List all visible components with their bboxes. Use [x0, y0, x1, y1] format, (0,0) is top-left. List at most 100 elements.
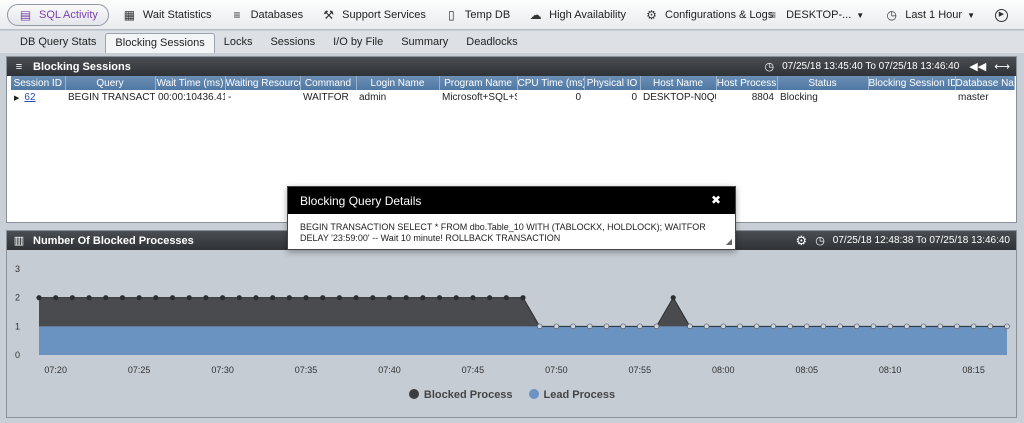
tab-deadlocks[interactable]: Deadlocks	[457, 33, 526, 53]
column-header[interactable]: Session ID	[11, 76, 66, 90]
x-tick-label: 07:45	[462, 365, 485, 375]
tab-io-by-file[interactable]: I/O by File	[324, 33, 392, 53]
point-lead	[870, 323, 877, 330]
column-header[interactable]: Physical IO	[584, 76, 641, 90]
nav-databases[interactable]: ≡ Databases	[221, 4, 313, 26]
legend-label: Blocked Process	[423, 389, 513, 401]
point-lead	[637, 323, 643, 330]
query-cell[interactable]: BEGIN TRANSACTIO	[65, 90, 155, 104]
point-blocked	[386, 295, 393, 301]
database-icon: ≡	[15, 60, 23, 73]
legend-item[interactable]: Lead Process	[528, 389, 615, 401]
column-header[interactable]: Login Name	[356, 76, 440, 90]
point-blocked	[487, 295, 493, 301]
column-header[interactable]: Command	[300, 76, 357, 90]
query-text[interactable]: BEGIN TRANSACTION SELECT * FROM dbo.Tabl…	[300, 222, 706, 243]
column-header[interactable]: CPU Time (ms)	[517, 76, 585, 90]
play-icon: ▶	[995, 8, 1008, 22]
legend-item[interactable]: Blocked Process	[408, 389, 513, 401]
y-tick-label: 1	[15, 321, 20, 331]
point-lead	[720, 323, 727, 330]
column-header[interactable]: Wait Time (ms)	[155, 76, 226, 90]
tab-locks[interactable]: Locks	[215, 33, 262, 53]
point-lead	[770, 323, 777, 330]
x-tick-label: 08:15	[962, 365, 985, 375]
y-tick-label: 2	[15, 293, 20, 303]
tab-blocking-sessions[interactable]: Blocking Sessions	[105, 33, 215, 53]
time-range-select[interactable]: ◷ Last 1 Hour ▼	[874, 4, 985, 26]
gear-icon[interactable]: ⚙	[796, 233, 808, 249]
point-lead	[687, 323, 693, 330]
area-lead	[39, 326, 1007, 355]
point-blocked	[86, 295, 92, 301]
x-tick-label: 08:10	[879, 365, 902, 375]
nav-sql-activity[interactable]: ▤ SQL Activity	[7, 3, 109, 26]
column-header[interactable]: Query	[65, 76, 156, 90]
database-icon: ≡	[233, 7, 241, 22]
legend-swatch-blocked	[408, 389, 419, 399]
clock-icon: ◷	[886, 8, 897, 22]
point-lead	[570, 323, 576, 330]
x-tick-label: 07:55	[629, 365, 652, 375]
column-header[interactable]: Blocking Session ID	[868, 76, 956, 90]
point-blocked	[119, 295, 126, 301]
chart-svg: 0 1 2 3 07:20 07:25 07:30 07:35 07:40 07:45 07:50 0…	[15, 264, 1010, 375]
column-header[interactable]: Host Process	[716, 76, 778, 90]
column-header[interactable]: Waiting Resource	[225, 76, 301, 90]
point-blocked	[186, 295, 192, 301]
expand-icon[interactable]: ⟷	[994, 60, 1010, 73]
x-tick-label: 07:40	[378, 365, 401, 375]
sub-tabs: DB Query Stats Blocking Sessions Locks S…	[0, 31, 1024, 53]
nav-wait-statistics[interactable]: ▦ Wait Statistics	[113, 4, 221, 26]
point-lead	[837, 323, 843, 330]
point-blocked	[470, 295, 476, 301]
point-lead	[887, 323, 893, 330]
y-tick-label: 0	[15, 350, 20, 360]
tab-sessions[interactable]: Sessions	[261, 33, 324, 53]
point-lead	[854, 323, 860, 330]
point-blocked	[36, 295, 42, 301]
top-nav: ▤ SQL Activity ▦ Wait Statistics ≡ Datab…	[0, 0, 1024, 30]
column-header[interactable]: Database Name	[955, 76, 1015, 90]
tab-db-query-stats[interactable]: DB Query Stats	[11, 33, 105, 53]
point-lead	[954, 323, 960, 330]
column-header[interactable]: Status	[777, 76, 869, 90]
rewind-icon[interactable]: ◀◀	[969, 60, 986, 73]
server-select[interactable]: ≡ DESKTOP-... ▼	[755, 4, 874, 26]
tab-summary[interactable]: Summary	[392, 33, 457, 53]
play-button[interactable]: ▶	[985, 4, 1024, 26]
point-blocked	[270, 295, 276, 301]
expand-row-icon[interactable]: ▶	[14, 95, 19, 102]
table-row[interactable]: ▶ 62 BEGIN TRANSACTIO 00:00:10436.415 - W…	[11, 90, 1014, 104]
clock-icon[interactable]: ◷	[764, 60, 774, 73]
panel-header-controls: ⚙ ◷ 07/25/18 12:48:38 To 07/25/18 13:46:…	[796, 231, 1010, 250]
dialog-title: Blocking Query Details	[300, 193, 422, 208]
x-tick-label: 07:50	[545, 365, 568, 375]
point-blocked	[520, 295, 526, 301]
column-header[interactable]: Program Name	[439, 76, 518, 90]
point-lead	[1004, 323, 1010, 330]
point-lead	[803, 323, 810, 330]
resize-handle-icon[interactable]: ◢	[726, 236, 732, 247]
nav-temp-db[interactable]: ▯ Temp DB	[435, 4, 519, 26]
point-blocked	[403, 295, 409, 301]
nav-high-availability[interactable]: ☁ High Availability	[519, 4, 635, 26]
dialog-body: BEGIN TRANSACTION SELECT * FROM dbo.Tabl…	[288, 214, 735, 249]
panel-header: ≡ Blocking Sessions ◷ 07/25/18 13:45:40 …	[7, 57, 1016, 76]
column-header[interactable]: Host Name	[640, 76, 717, 90]
clock-icon[interactable]: ◷	[815, 234, 825, 247]
close-icon[interactable]: ✖	[711, 193, 721, 207]
sql-activity-icon: ▤	[19, 7, 32, 22]
nav-label: SQL Activity	[39, 8, 98, 21]
nav-support-services[interactable]: ⚒ Support Services	[312, 4, 435, 26]
gear-icon: ⚙	[646, 7, 657, 22]
point-lead	[653, 323, 660, 330]
point-blocked	[670, 295, 676, 301]
session-id-cell: ▶ 62	[11, 90, 65, 104]
point-blocked	[236, 295, 242, 301]
session-id-link[interactable]: 62	[24, 92, 35, 103]
nav-label: Temp DB	[464, 8, 511, 21]
nav-label: Support Services	[342, 8, 426, 21]
login-name-cell: admin	[359, 91, 387, 103]
wait-time-cell: 00:00:10436.415	[158, 91, 225, 103]
